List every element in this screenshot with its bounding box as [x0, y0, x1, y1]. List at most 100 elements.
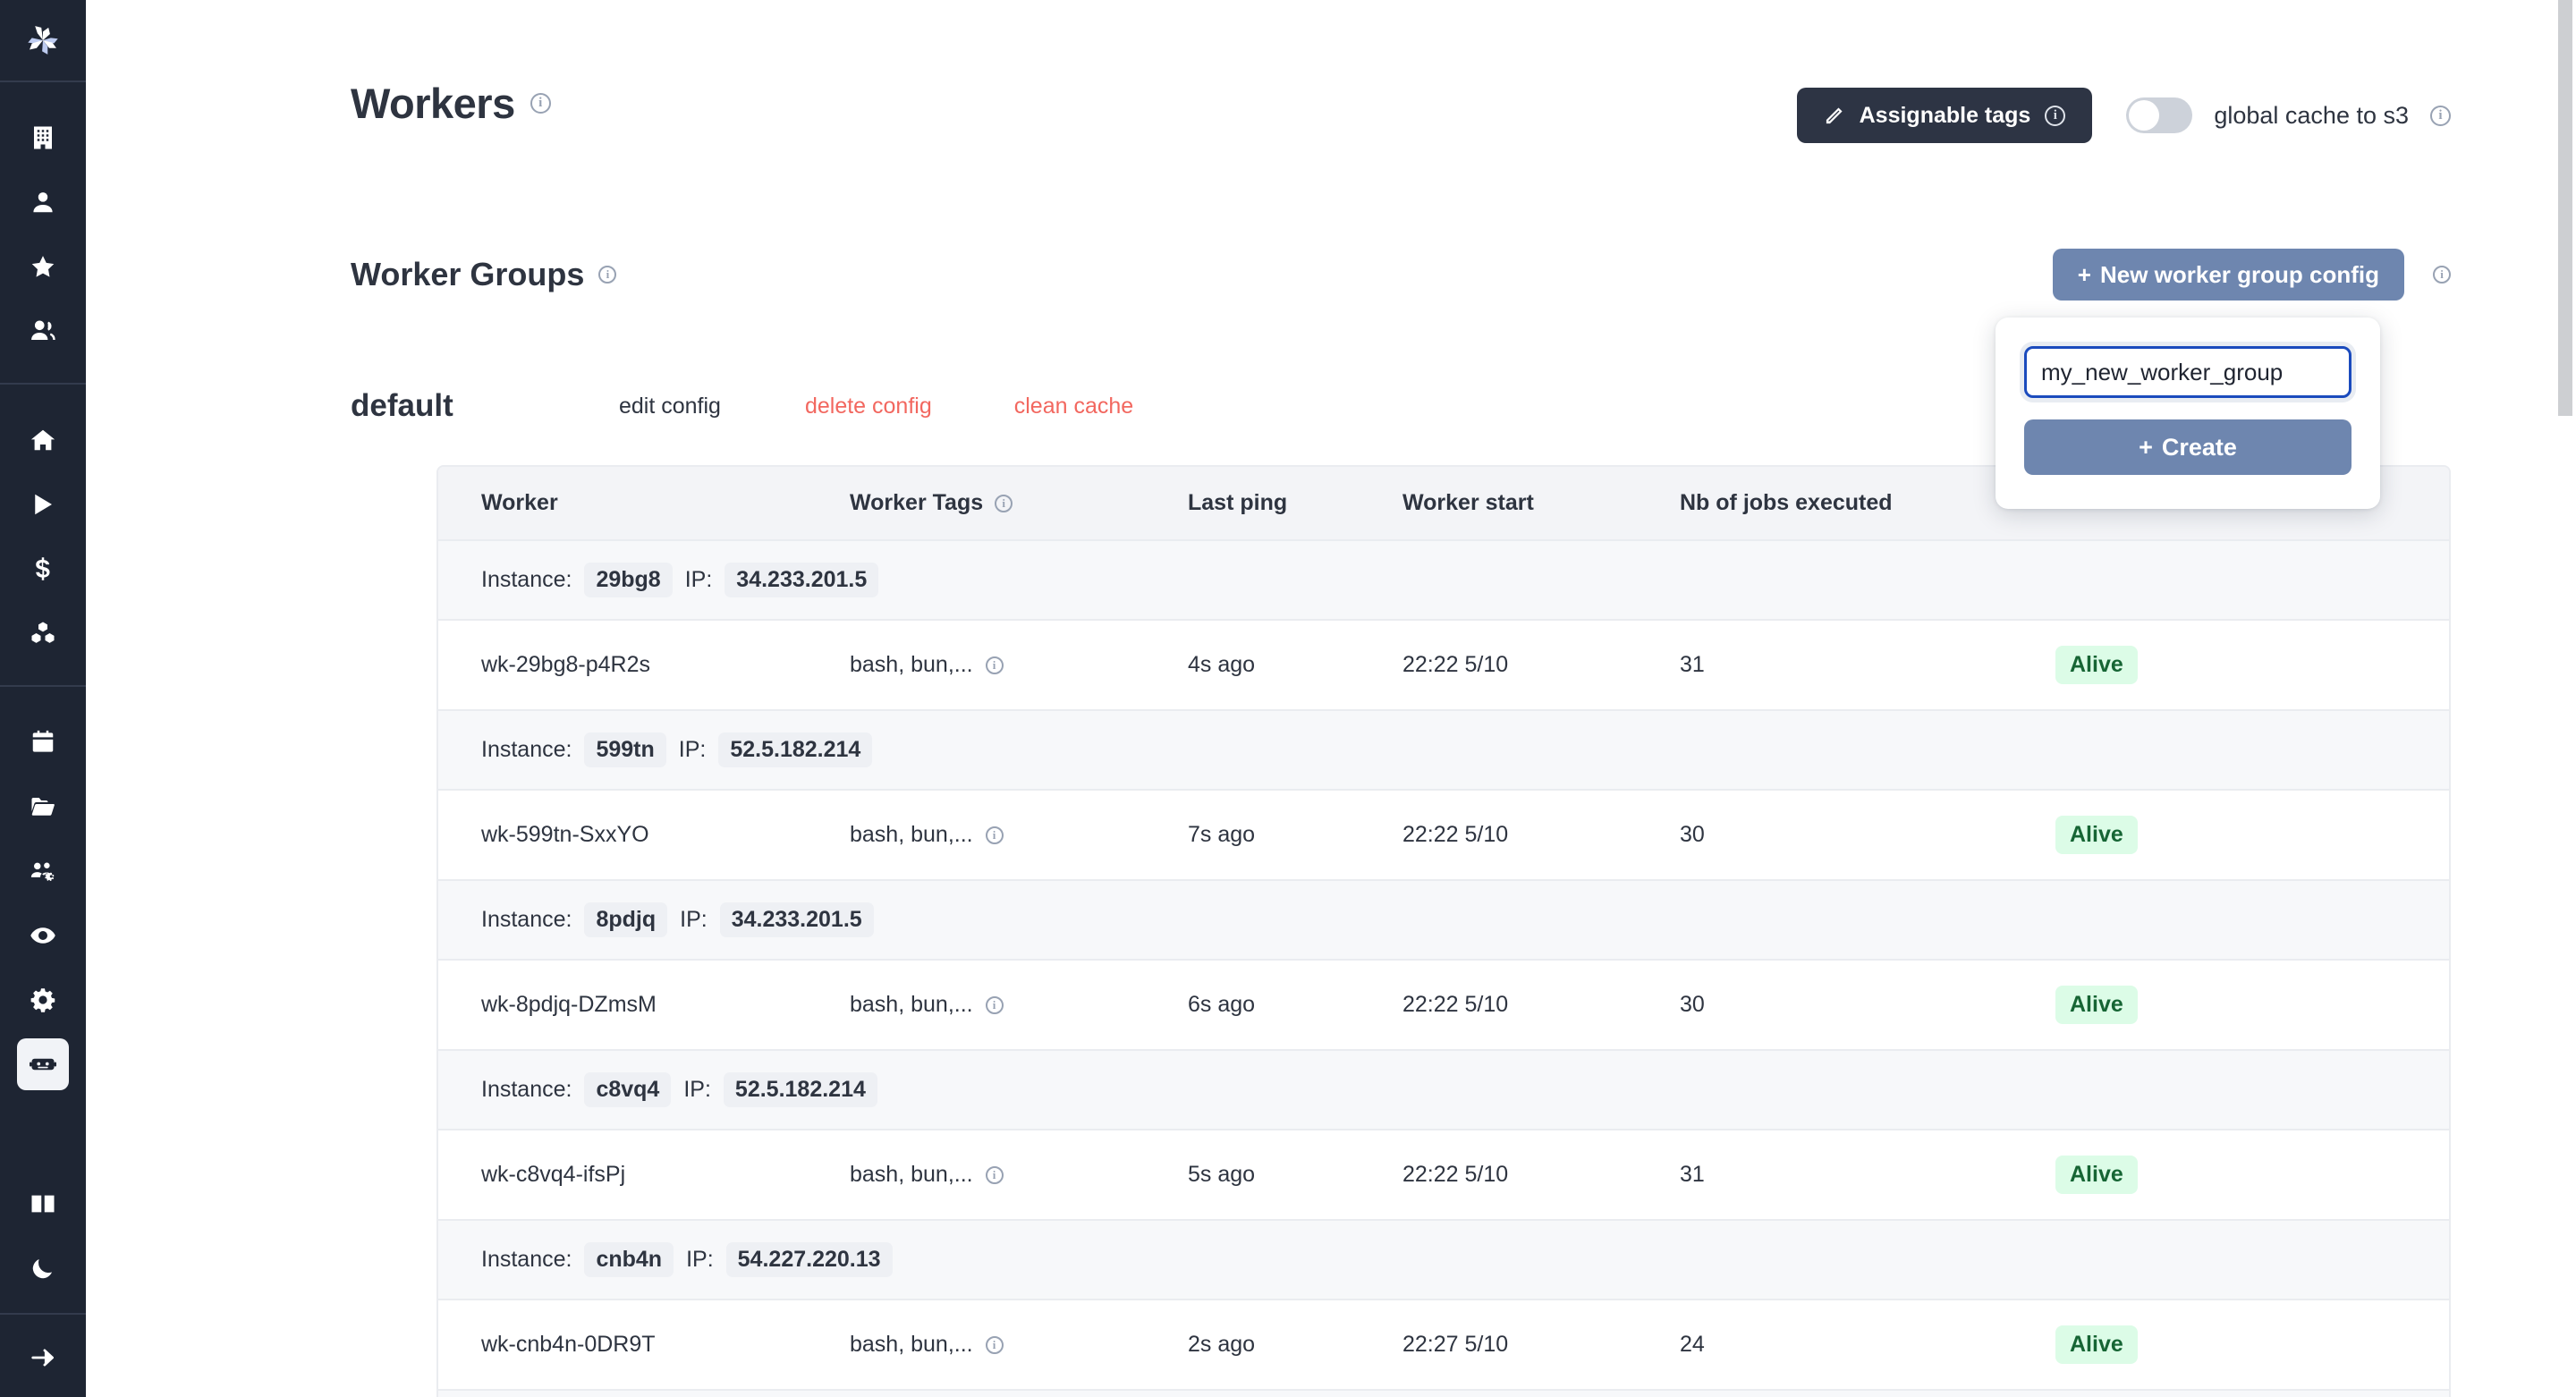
sidebar-item-favorites[interactable]	[17, 241, 69, 292]
instance-row: Instance:c8vq4IP:52.5.182.214	[438, 1050, 2449, 1130]
cell-nb-jobs: 24	[1680, 1300, 2055, 1390]
sidebar-group-bottom	[0, 1172, 86, 1397]
worker-tags-value: bash, bun,...	[850, 652, 973, 678]
create-worker-group-button[interactable]: + Create	[2024, 419, 2351, 475]
status-badge: Alive	[2055, 1156, 2138, 1194]
table-row[interactable]: wk-29bg8-p4R2sbash, bun,...i4s ago22:22 …	[438, 620, 2449, 710]
instance-ip: 34.233.201.5	[724, 563, 878, 597]
worker-groups-header: Worker Groups i + New worker group confi…	[86, 143, 2576, 301]
worker-group-name: default	[351, 388, 619, 424]
dollar-icon	[30, 555, 56, 582]
global-cache-toggle[interactable]	[2126, 97, 2192, 133]
plus-icon: +	[2078, 261, 2091, 289]
instance-ip: 54.227.220.13	[726, 1242, 893, 1277]
section-title-info-icon[interactable]: i	[598, 266, 616, 284]
page-header: Workers i Assignable tags i global cache…	[86, 0, 2576, 143]
ip-label: IP:	[679, 737, 707, 763]
instance-id: 599tn	[584, 732, 665, 767]
table-row[interactable]: wk-8pdjq-DZmsMbash, bun,...i6s ago22:22 …	[438, 960, 2449, 1050]
table-row[interactable]: wk-cnb4n-0DR9Tbash, bun,...i2s ago22:27 …	[438, 1300, 2449, 1390]
cell-nb-jobs: 31	[1680, 1130, 2055, 1220]
sidebar-item-settings[interactable]	[17, 974, 69, 1026]
instance-id: cnb4n	[584, 1242, 674, 1277]
status-badge: Alive	[2055, 986, 2138, 1024]
cell-last-ping: 7s ago	[1188, 790, 1402, 880]
workers-table-container: Worker Worker Tags i Last ping Worker st…	[436, 465, 2451, 1397]
sidebar-item-teams[interactable]	[17, 845, 69, 897]
users-icon	[30, 318, 56, 344]
cell-worker: wk-cnb4n-0DR9T	[438, 1300, 850, 1390]
sidebar-item-resources[interactable]	[17, 607, 69, 659]
new-worker-group-config-button[interactable]: + New worker group config	[2053, 249, 2404, 301]
sidebar-item-user[interactable]	[17, 176, 69, 228]
worker-tags-row-info-icon[interactable]: i	[986, 1166, 1004, 1184]
column-label: Worker Tags	[850, 490, 983, 516]
cell-worker-start: 22:22 5/10	[1402, 1130, 1680, 1220]
ip-label: IP:	[683, 1077, 711, 1103]
star-icon	[30, 253, 56, 280]
worker-tags-row-info-icon[interactable]: i	[986, 1336, 1004, 1354]
cell-last-ping: 6s ago	[1188, 960, 1402, 1050]
calendar-icon	[30, 729, 56, 756]
sidebar-item-folders[interactable]	[17, 781, 69, 833]
instance-cell: Instance:c8vq4IP:52.5.182.214	[438, 1050, 2449, 1130]
instance-cell: Instance:8pdjqIP:34.233.201.5	[438, 880, 2449, 960]
app-logo[interactable]	[0, 0, 86, 82]
global-cache-info-icon[interactable]: i	[2430, 106, 2451, 126]
delete-config-link[interactable]: delete config	[805, 394, 932, 419]
column-header-worker-start[interactable]: Worker start	[1402, 467, 1680, 540]
instance-label: Instance:	[481, 567, 572, 593]
global-cache-label: global cache to s3	[2214, 102, 2409, 130]
assignable-tags-button[interactable]: Assignable tags i	[1797, 88, 2093, 143]
table-row[interactable]: wk-c8vq4-ifsPjbash, bun,...i5s ago22:22 …	[438, 1130, 2449, 1220]
sidebar-item-expand[interactable]	[17, 1332, 69, 1384]
table-row[interactable]: wk-599tn-SxxYObash, bun,...i7s ago22:22 …	[438, 790, 2449, 880]
column-header-worker[interactable]: Worker	[438, 467, 850, 540]
instance-row: Instance:29bg8IP:34.233.201.5	[438, 540, 2449, 620]
worker-group-actions: edit config delete config clean cache	[619, 394, 1133, 419]
instance-label: Instance:	[481, 1247, 572, 1273]
edit-config-link[interactable]: edit config	[619, 394, 721, 419]
workers-table: Worker Worker Tags i Last ping Worker st…	[438, 467, 2449, 1397]
cell-status: Alive	[2055, 790, 2449, 880]
worker-tags-value: bash, bun,...	[850, 822, 973, 848]
cell-worker-tags: bash, bun,...i	[850, 960, 1188, 1050]
user-icon	[30, 189, 56, 216]
sidebar-item-audit-logs[interactable]	[17, 910, 69, 961]
folder-icon	[30, 793, 56, 820]
assignable-tags-label: Assignable tags	[1860, 103, 2031, 129]
instance-ip: 52.5.182.214	[718, 732, 872, 767]
assignable-tags-info-icon[interactable]: i	[2045, 106, 2065, 126]
worker-tags-row-info-icon[interactable]: i	[986, 996, 1004, 1014]
column-label: Worker	[481, 490, 558, 516]
worker-tags-row-info-icon[interactable]: i	[986, 826, 1004, 844]
cell-status: Alive	[2055, 1130, 2449, 1220]
cell-worker: wk-29bg8-p4R2s	[438, 620, 850, 710]
worker-tags-row-info-icon[interactable]: i	[986, 656, 1004, 674]
sidebar-item-workers[interactable]	[17, 1038, 69, 1090]
column-header-worker-tags[interactable]: Worker Tags i	[850, 467, 1188, 540]
sidebar-item-home[interactable]	[17, 414, 69, 466]
sidebar-item-groups[interactable]	[17, 305, 69, 357]
worker-tags-info-icon[interactable]: i	[995, 495, 1013, 512]
instance-ip: 34.233.201.5	[720, 902, 874, 937]
instance-label: Instance:	[481, 1077, 572, 1103]
page-scrollbar[interactable]	[2555, 0, 2576, 1397]
cell-worker-tags: bash, bun,... i	[850, 620, 1188, 710]
worker-tags-value: bash, bun,...	[850, 1332, 973, 1358]
page-title-info-icon[interactable]: i	[530, 93, 551, 114]
sidebar-item-docs[interactable]	[17, 1178, 69, 1230]
new-worker-group-config-info-icon[interactable]: i	[2433, 266, 2451, 284]
column-header-last-ping[interactable]: Last ping	[1188, 467, 1402, 540]
sidebar-item-usage[interactable]	[17, 543, 69, 595]
clean-cache-link[interactable]: clean cache	[1014, 394, 1133, 419]
sidebar-item-workspace[interactable]	[17, 112, 69, 164]
sidebar-item-runs[interactable]	[17, 478, 69, 530]
sidebar-group-admin	[0, 687, 86, 1116]
worker-group-name-input[interactable]	[2024, 346, 2351, 398]
scrollbar-thumb[interactable]	[2558, 0, 2572, 416]
sidebar-item-schedules[interactable]	[17, 716, 69, 768]
plus-icon: +	[2139, 434, 2153, 461]
sidebar-item-dark-mode[interactable]	[17, 1242, 69, 1294]
cell-worker-start: 22:22 5/10	[1402, 620, 1680, 710]
